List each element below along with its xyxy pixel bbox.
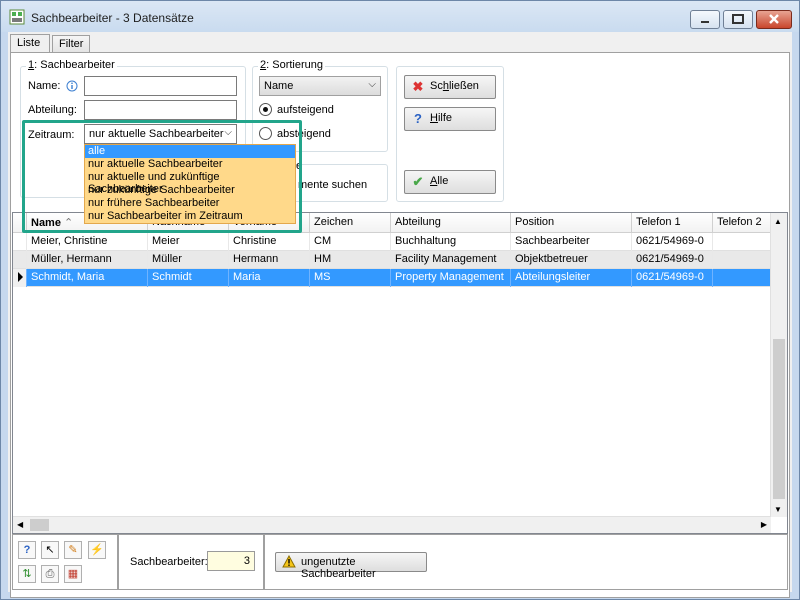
ungenutzte-sachbearbeiter-button[interactable]: ungenutzte Sachbearbeiter (275, 552, 427, 580)
chevron-down-icon: ⌵ (368, 79, 376, 90)
minimize-button[interactable] (690, 10, 720, 29)
cell-position: Objektbetreuer (511, 251, 632, 269)
cell-telefon2 (713, 233, 771, 251)
refresh-icon[interactable]: ⇅ (18, 565, 36, 583)
horizontal-scrollbar[interactable]: ◀ ▶ (13, 516, 771, 533)
lightning-icon[interactable]: ⚡ (88, 541, 106, 559)
table-row[interactable]: Müller, Hermann Müller Hermann HM Facili… (13, 251, 771, 269)
schliessen-button[interactable]: ✖ Schließen (404, 75, 496, 99)
suche-label-partial: mente suchen (298, 179, 368, 191)
hilfe-button[interactable]: ? Hilfe (404, 107, 496, 131)
help-icon[interactable]: ? (18, 541, 36, 559)
close-x-icon: ✖ (412, 79, 424, 94)
cell-zeichen: HM (310, 251, 391, 269)
name-label: Name: (28, 80, 61, 92)
count-label: Sachbearbeiter: (130, 556, 208, 568)
scroll-up-icon[interactable]: ▲ (774, 217, 782, 226)
info-icon[interactable] (66, 80, 78, 92)
vertical-scroll-thumb[interactable] (773, 339, 785, 499)
sort-select[interactable]: Name ⌵ (259, 76, 381, 96)
group-sortierung-title: 2: Sortierung (258, 59, 325, 71)
column-header-abteilung[interactable]: Abteilung (391, 213, 511, 233)
help-icon: ? (414, 111, 422, 126)
cell-abteilung: Facility Management (391, 251, 511, 269)
column-header-position[interactable]: Position (511, 213, 632, 233)
cell-position: Sachbearbeiter (511, 233, 632, 251)
cell-name: Meier, Christine (27, 233, 148, 251)
check-icon: ✔ (412, 174, 424, 189)
window-title: Sachbearbeiter - 3 Datensätze (31, 11, 194, 25)
data-grid[interactable]: Name ⌃ Nachname Vorname Zeichen Abteilun… (12, 212, 788, 534)
table-row[interactable]: Meier, Christine Meier Christine CM Buch… (13, 233, 771, 251)
row-selector[interactable] (13, 251, 27, 269)
cell-nachname: Müller (148, 251, 229, 269)
current-row-arrow-icon (18, 272, 23, 282)
horizontal-scroll-thumb[interactable] (30, 519, 49, 531)
name-input[interactable] (84, 76, 237, 96)
radio-aufsteigend[interactable] (259, 103, 272, 116)
cell-telefon2 (713, 269, 771, 287)
pencil-icon[interactable]: ✎ (64, 541, 82, 559)
layout-icon[interactable]: ▦ (64, 565, 82, 583)
maximize-button[interactable] (723, 10, 753, 29)
vertical-scrollbar[interactable]: ▲ ▼ (770, 213, 787, 517)
pointer-icon[interactable]: ↖ (41, 541, 59, 559)
tab-liste[interactable]: Liste (10, 34, 50, 52)
cell-telefon1: 0621/54969-0 (632, 233, 713, 251)
scroll-down-icon[interactable]: ▼ (774, 505, 782, 514)
cell-vorname: Christine (229, 233, 310, 251)
table-row-selected[interactable]: Schmidt, Maria Schmidt Maria MS Property… (13, 269, 771, 287)
highlight-frame (22, 120, 302, 233)
maximize-icon (732, 14, 744, 24)
minimize-icon (701, 21, 709, 23)
cell-nachname: Meier (148, 233, 229, 251)
cell-name: Müller, Hermann (27, 251, 148, 269)
print-icon[interactable]: ⎙ (41, 565, 59, 583)
close-window-button[interactable] (756, 10, 792, 29)
abteilung-input[interactable] (84, 100, 237, 120)
row-selector[interactable] (13, 233, 27, 251)
cell-telefon1: 0621/54969-0 (632, 251, 713, 269)
warning-icon (282, 554, 296, 569)
column-header-telefon2[interactable]: Telefon 2 (713, 213, 771, 233)
count-value: 3 (207, 551, 255, 571)
cell-zeichen: CM (310, 233, 391, 251)
column-header-telefon1[interactable]: Telefon 1 (632, 213, 713, 233)
cell-name: Schmidt, Maria (27, 269, 148, 287)
app-icon (9, 9, 25, 25)
tab-filter[interactable]: Filter (52, 35, 90, 52)
group-sachbearbeiter-title: 1: Sachbearbeiter (26, 59, 117, 71)
cell-position: Abteilungsleiter (511, 269, 632, 287)
sort-value: Name (264, 80, 294, 92)
scroll-left-icon[interactable]: ◀ (17, 520, 23, 529)
row-selector[interactable] (13, 269, 27, 287)
cell-abteilung: Property Management (391, 269, 511, 287)
cell-vorname: Maria (229, 269, 310, 287)
cell-zeichen: MS (310, 269, 391, 287)
cell-vorname: Hermann (229, 251, 310, 269)
alle-button[interactable]: ✔ Alle (404, 170, 496, 194)
cell-telefon2 (713, 251, 771, 269)
aufsteigend-label: aufsteigend (277, 104, 334, 116)
column-header-zeichen[interactable]: Zeichen (310, 213, 391, 233)
cell-nachname: Schmidt (148, 269, 229, 287)
cell-telefon1: 0621/54969-0 (632, 269, 713, 287)
cell-abteilung: Buchhaltung (391, 233, 511, 251)
abteilung-label: Abteilung: (28, 104, 77, 116)
scroll-right-icon[interactable]: ▶ (761, 520, 767, 529)
close-icon (769, 14, 779, 24)
